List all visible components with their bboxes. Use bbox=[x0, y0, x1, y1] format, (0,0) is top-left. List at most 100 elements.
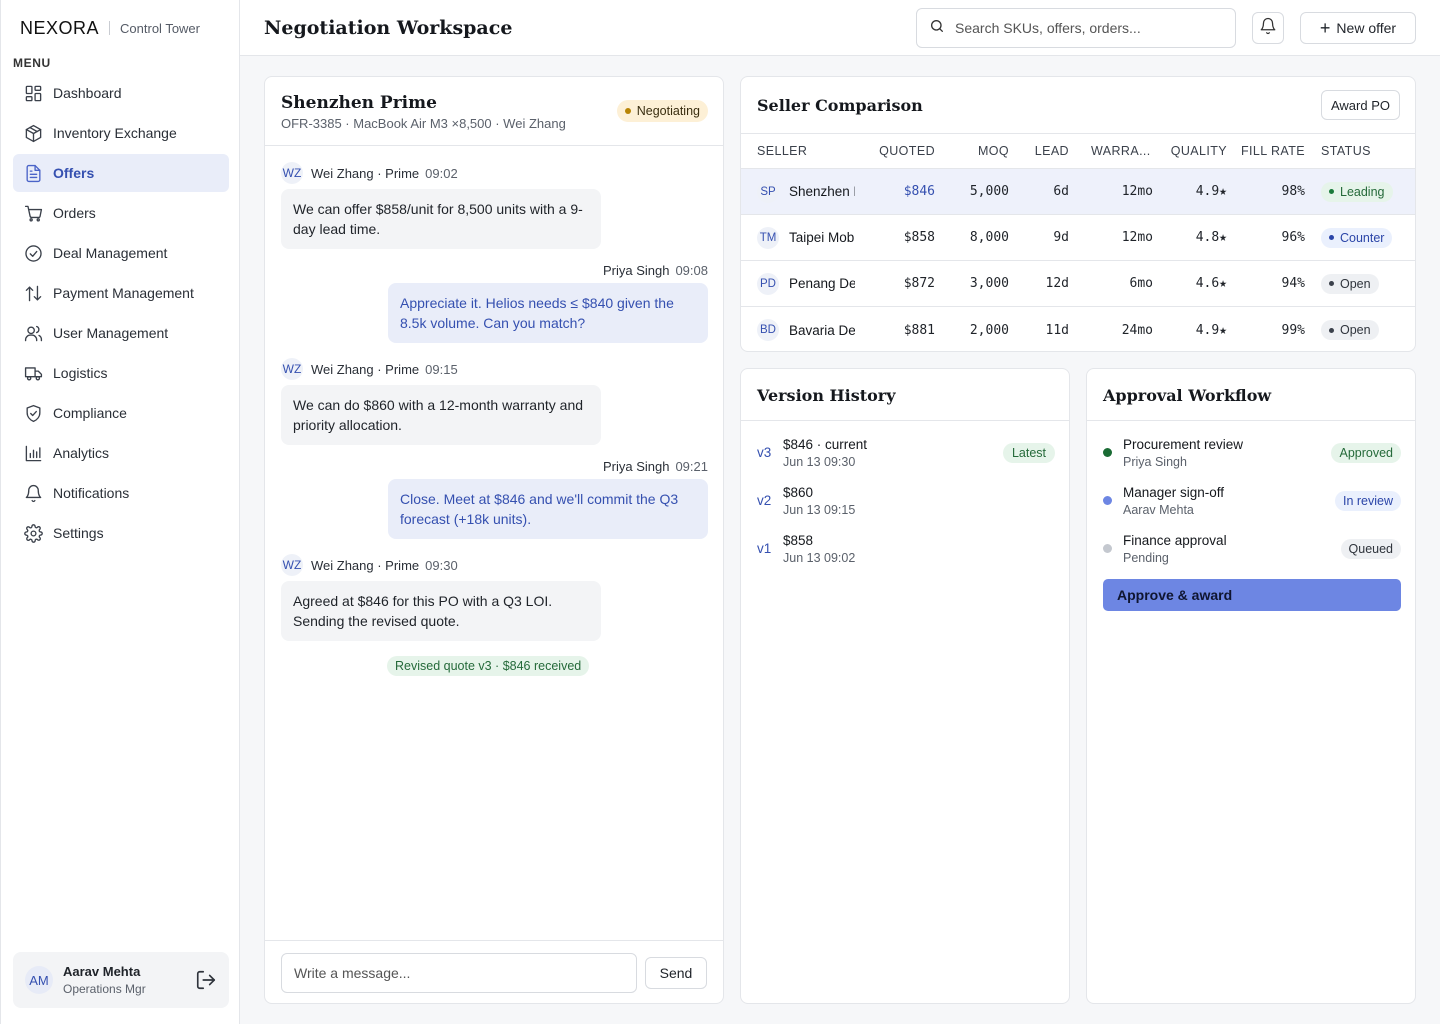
sidebar-item-label: Payment Management bbox=[53, 285, 194, 301]
sidebar-item-user-management[interactable]: User Management bbox=[13, 314, 229, 352]
status-label: Open bbox=[1340, 276, 1371, 291]
comparison-table: SELLER QUOTED MOQ LEAD WARRA... QUALITY … bbox=[741, 133, 1415, 351]
seller-cell: PD Penang Devices bbox=[757, 261, 855, 306]
quoted-cell: $872 bbox=[903, 276, 935, 291]
cart-icon bbox=[23, 203, 43, 223]
sender-avatar: WZ bbox=[281, 554, 303, 576]
moq-cell: 3,000 bbox=[969, 276, 1009, 291]
search-bar[interactable] bbox=[916, 8, 1236, 48]
sidebar-item-inventory-exchange[interactable]: Inventory Exchange bbox=[13, 114, 229, 152]
sidebar-item-label: Orders bbox=[53, 205, 96, 221]
table-row[interactable]: BD Bavaria Devices $881 2,000 11d 24mo 4.… bbox=[741, 307, 1415, 351]
brand-divider bbox=[109, 21, 111, 35]
column-header[interactable]: WARRA... bbox=[1091, 134, 1153, 168]
column-header[interactable]: LEAD bbox=[1021, 134, 1069, 168]
status-label: Open bbox=[1340, 323, 1371, 337]
lead-cell: 9d bbox=[1053, 230, 1069, 245]
sidebar-item-label: Compliance bbox=[53, 405, 127, 421]
column-header[interactable]: QUALITY bbox=[1161, 134, 1227, 168]
send-button[interactable]: Send bbox=[645, 957, 707, 989]
column-header[interactable]: FILL RATE bbox=[1235, 134, 1305, 168]
sidebar-nav: Dashboard Inventory Exchange Offers Orde… bbox=[13, 74, 229, 554]
brand[interactable]: NEXORA Control Tower bbox=[20, 16, 200, 40]
column-header[interactable]: QUOTED bbox=[871, 134, 935, 168]
user-name: Aarav Mehta bbox=[63, 964, 141, 979]
document-icon bbox=[23, 163, 43, 183]
section-header: Version History bbox=[741, 369, 1069, 421]
quality-cell: 4.9★ bbox=[1195, 184, 1227, 199]
sidebar-item-label: Deal Management bbox=[53, 245, 168, 261]
fill-rate-cell: 98% bbox=[1281, 184, 1305, 199]
sidebar-item-dashboard[interactable]: Dashboard bbox=[13, 74, 229, 112]
column-header[interactable]: MOQ bbox=[961, 134, 1009, 168]
step-status-dot bbox=[1103, 544, 1112, 553]
status-cell: Open bbox=[1321, 261, 1379, 306]
dashboard-icon bbox=[23, 83, 43, 103]
quality-cell: 4.9★ bbox=[1195, 322, 1227, 338]
sidebar-item-label: User Management bbox=[53, 325, 169, 341]
status-badge: In review bbox=[1334, 491, 1401, 511]
warranty-cell: 6mo bbox=[1129, 276, 1153, 291]
status-label: Counter bbox=[1340, 230, 1385, 245]
version-item[interactable]: v3 $846 · current Jun 13 09:30 Latest bbox=[757, 437, 1055, 477]
new-offer-button[interactable]: + New offer bbox=[1300, 12, 1416, 44]
sidebar-item-label: Logistics bbox=[53, 365, 108, 381]
sidebar-item-logistics[interactable]: Logistics bbox=[13, 354, 229, 392]
brand-subtitle: Control Tower bbox=[120, 20, 200, 36]
version-item[interactable]: v1 $858 Jun 13 09:02 bbox=[757, 533, 1055, 573]
sidebar-item-compliance[interactable]: Compliance bbox=[13, 394, 229, 432]
status-dot bbox=[1329, 281, 1334, 286]
version-item[interactable]: v2 $860 Jun 13 09:15 bbox=[757, 485, 1055, 525]
step-title: Finance approval bbox=[1123, 533, 1227, 548]
status-badge: Approved bbox=[1331, 443, 1401, 463]
column-header[interactable]: SELLER bbox=[757, 134, 807, 168]
step-status-dot bbox=[1103, 448, 1112, 457]
message-header: Priya Singh 09:21 bbox=[603, 459, 708, 474]
version-tag: v2 bbox=[757, 493, 772, 508]
sidebar-item-payment-management[interactable]: Payment Management bbox=[13, 274, 229, 312]
message-time: 09:15 bbox=[425, 361, 458, 377]
sidebar-item-deal-management[interactable]: Deal Management bbox=[13, 234, 229, 272]
sidebar-item-analytics[interactable]: Analytics bbox=[13, 434, 229, 472]
step-status-dot bbox=[1103, 496, 1112, 505]
award-po-button[interactable]: Award PO bbox=[1320, 90, 1400, 120]
sidebar-item-offers[interactable]: Offers bbox=[13, 154, 229, 192]
message-time: 09:08 bbox=[675, 263, 708, 278]
message-input[interactable] bbox=[281, 953, 637, 993]
search-input[interactable] bbox=[955, 20, 1215, 36]
version-price: $846 · current bbox=[783, 437, 868, 452]
seller-name: Penang Devices bbox=[789, 276, 855, 291]
column-header[interactable]: STATUS bbox=[1321, 134, 1371, 168]
seller-cell: TM Taipei Mobile bbox=[757, 215, 855, 260]
quality-cell: 4.8★ bbox=[1195, 230, 1227, 245]
status-badge: Open bbox=[1321, 320, 1379, 340]
message-header: WZ Wei Zhang · Prime 09:15 bbox=[281, 358, 458, 380]
section-title: Seller Comparison bbox=[757, 96, 923, 115]
warranty-cell: 24mo bbox=[1121, 322, 1153, 338]
message-bubble-incoming: Agreed at $846 for this PO with a Q3 LOI… bbox=[281, 581, 601, 641]
lead-cell: 11d bbox=[1045, 322, 1069, 338]
bar-chart-icon bbox=[23, 443, 43, 463]
message-header: WZ Wei Zhang · Prime 09:02 bbox=[281, 162, 458, 184]
sidebar-item-notifications[interactable]: Notifications bbox=[13, 474, 229, 512]
sender-avatar: WZ bbox=[281, 162, 303, 184]
status-badge: Counter bbox=[1321, 227, 1393, 248]
quoted-cell: $858 bbox=[903, 230, 935, 245]
check-circle-icon bbox=[23, 243, 43, 263]
table-row[interactable]: SP Shenzhen Prime $846 5,000 6d 12mo 4.9★… bbox=[741, 169, 1415, 215]
fill-rate-cell: 94% bbox=[1281, 276, 1305, 291]
menu-heading: MENU bbox=[13, 56, 51, 70]
approve-and-award-button[interactable]: Approve & award bbox=[1103, 579, 1401, 611]
table-row[interactable]: PD Penang Devices $872 3,000 12d 6mo 4.6★… bbox=[741, 261, 1415, 307]
sidebar-item-settings[interactable]: Settings bbox=[13, 514, 229, 552]
sender-name: Wei Zhang · Prime bbox=[311, 165, 420, 181]
sidebar-item-orders[interactable]: Orders bbox=[13, 194, 229, 232]
sidebar-item-label: Inventory Exchange bbox=[53, 125, 177, 141]
version-history: Version History v3 $846 · current Jun 13… bbox=[740, 368, 1070, 1004]
sidebar-item-label: Settings bbox=[53, 525, 104, 541]
table-row[interactable]: TMTaipei Mobile $858 8,000 9d 12mo 4.8★ … bbox=[741, 215, 1415, 261]
notifications-button[interactable] bbox=[1252, 12, 1284, 44]
logout-icon[interactable] bbox=[195, 969, 217, 991]
user-card[interactable]: AM Aarav Mehta Operations Mgr bbox=[13, 952, 229, 1008]
status-badge: Open bbox=[1321, 273, 1379, 294]
